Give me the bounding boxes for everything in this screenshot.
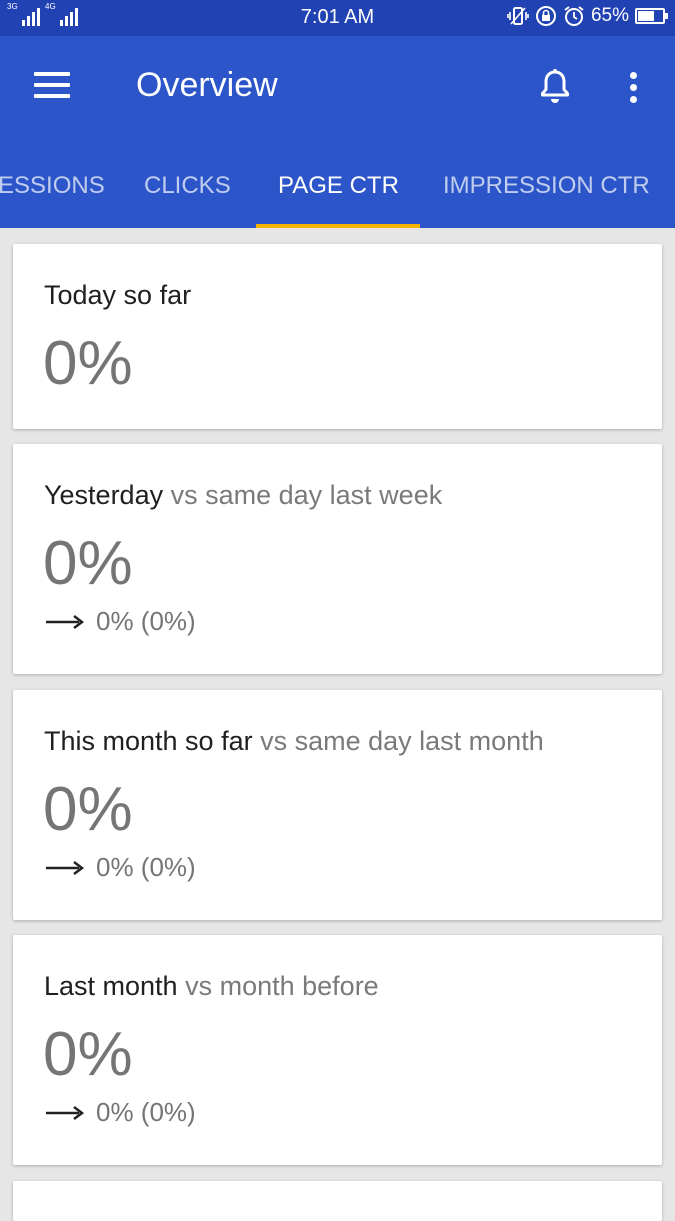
card-change: 0% (0%) [46,606,196,637]
card-heading: Yesterday vs same day last week [44,480,443,510]
arrow-right-icon [46,1105,84,1120]
more-vert-icon[interactable] [618,66,648,108]
battery-percent: 65% [590,5,629,26]
card-value: 0% [43,775,133,844]
arrow-right-icon [46,614,84,629]
page-title: Overview [136,66,278,104]
card-heading: This month so far vs same day last month [44,726,544,756]
card-heading: Last month vs month before [44,971,379,1001]
rotation-lock-icon [535,5,557,27]
card-yesterday[interactable]: Yesterday vs same day last week 0% 0% (0… [13,444,662,674]
card-change: 0% (0%) [46,852,196,883]
card-value: 0% [43,1020,133,1089]
card-value: 0% [43,529,133,598]
card-heading: Today so far [44,280,192,310]
tab-indicator [256,224,420,228]
card-change: 0% (0%) [46,1097,196,1128]
app-bar: Overview ESSIONS CLICKS PAGE CTR IMPRESS… [0,36,675,228]
alarm-icon [563,5,585,27]
arrow-right-icon [46,860,84,875]
battery-icon [635,8,668,24]
card-today[interactable]: Today so far 0% [13,244,662,429]
card-last-month[interactable]: Last month vs month before 0% 0% (0%) [13,935,662,1165]
tab-impression-ctr[interactable]: IMPRESSION CTR [443,148,650,228]
tab-bar: ESSIONS CLICKS PAGE CTR IMPRESSION CTR [0,148,675,228]
tab-impressions[interactable]: ESSIONS [0,148,105,228]
tab-clicks[interactable]: CLICKS [144,148,231,228]
tab-page-ctr[interactable]: PAGE CTR [278,148,399,228]
status-icons: 65% [507,5,668,27]
card-this-month[interactable]: This month so far vs same day last month… [13,690,662,920]
card-partial[interactable] [13,1181,662,1221]
card-value: 0% [43,329,133,398]
vibrate-icon [507,5,529,27]
status-bar: 3G 4G 7:01 AM 65% [0,0,675,36]
menu-icon[interactable] [34,72,70,102]
bell-icon[interactable] [534,66,576,108]
